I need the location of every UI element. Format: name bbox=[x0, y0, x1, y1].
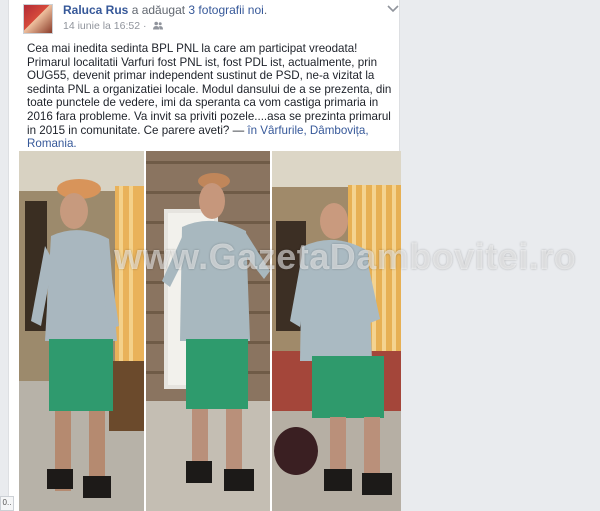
photos-link[interactable]: 3 fotografii noi bbox=[188, 3, 263, 17]
post-timestamp[interactable]: 14 iunie la 16:52 bbox=[63, 20, 140, 32]
post-meta: 14 iunie la 16:52 · bbox=[63, 20, 164, 32]
chevron-down-icon[interactable] bbox=[387, 4, 399, 14]
post-body-text: Cea mai inedita sedinta BPL PNL la care … bbox=[27, 42, 392, 137]
friends-audience-icon[interactable] bbox=[153, 21, 164, 30]
facebook-post: Raluca Rus a adăugat 3 fotografii noi. 1… bbox=[8, 0, 576, 511]
post-photo-2[interactable] bbox=[146, 151, 270, 511]
status-bubble: 0.. bbox=[0, 496, 14, 511]
post-action-text: a adăugat bbox=[128, 3, 189, 17]
meta-separator: · bbox=[140, 20, 150, 32]
post-body: Cea mai inedita sedinta BPL PNL la care … bbox=[27, 42, 397, 151]
page-background bbox=[401, 0, 600, 511]
post-header: Raluca Rus a adăugat 3 fotografii noi. bbox=[63, 3, 267, 17]
author-avatar[interactable] bbox=[23, 4, 53, 34]
post-action-suffix: . bbox=[263, 3, 268, 17]
post-photo-3[interactable] bbox=[272, 151, 401, 511]
post-photo-1[interactable] bbox=[19, 151, 144, 511]
author-name-link[interactable]: Raluca Rus bbox=[63, 3, 128, 17]
